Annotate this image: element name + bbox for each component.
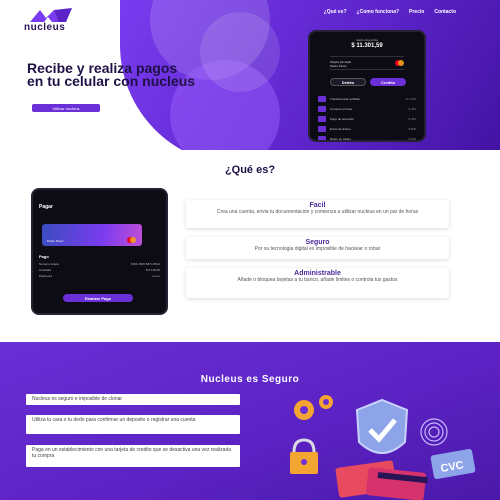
hero-title: Recibe y realiza pagos en tu celular con… (27, 60, 196, 89)
transaction-label: Retiro en cajero (330, 136, 352, 141)
payment-row: Password •••••••• (39, 273, 160, 279)
feature-title: Seguro (305, 239, 330, 246)
cvc-badge: CVC (430, 449, 476, 479)
tab-debito[interactable]: Debito (330, 78, 366, 86)
balance-amount: $ 11.301,59 (351, 43, 383, 49)
list-item: Retiro en cajero $ 500 (318, 134, 416, 141)
phone-payment-mockup: Pagar Pedro Perez Pago Numero tarjeta 54… (31, 188, 168, 315)
gear-icon (319, 395, 333, 409)
card-row: Tarjeta principal Pedro Perez (330, 56, 404, 70)
nav-item-que-es[interactable]: ¿Qué es? (324, 9, 347, 15)
nav-item-como-funciona[interactable]: ¿Como funciona? (357, 9, 400, 15)
transaction-amount: $ 450 (408, 106, 416, 111)
transaction-icon (318, 115, 326, 122)
hero-section: nucleus ¿Qué es? ¿Como funciona? Precio … (0, 0, 500, 150)
feature-card: Facil Crea una cuenta, envia tu document… (186, 200, 449, 228)
payment-section-title: Pago (39, 254, 49, 259)
security-item: Paga en un establecimiento con una tarje… (26, 445, 240, 467)
feature-card: Seguro Por su tecnologia digital es impo… (186, 237, 449, 259)
credit-card: Pedro Perez (42, 224, 142, 246)
phone-mockup: Saldo disponible $ 11.301,59 Tarjeta pri… (308, 30, 426, 142)
mastercard-icon (395, 60, 404, 66)
row-label: Password (39, 274, 53, 278)
transaction-label: Pago de servicios (330, 116, 354, 121)
pay-button[interactable]: Realizar Pago (63, 294, 133, 302)
logo[interactable]: nucleus (24, 8, 84, 34)
payment-header: Pagar (39, 204, 53, 210)
list-item: Compra en linea $ 450 (318, 104, 416, 113)
transaction-label: Transferencia recibida (330, 96, 360, 101)
feature-card: Administrable Añade o bloquea tarjetas a… (186, 268, 449, 298)
hero-decoration (200, 12, 280, 92)
tab-credito[interactable]: Credito (370, 78, 406, 86)
feature-description: Crea una cuenta, envia tu documentación … (216, 209, 419, 215)
security-item: Utiliza tu cara o tu dedo para confirmar… (26, 415, 240, 434)
transaction-icon (318, 105, 326, 112)
transaction-amount: $ 320 (408, 116, 416, 121)
transaction-amount: $ 800 (408, 126, 416, 131)
feature-title: Administrable (294, 270, 341, 277)
transaction-label: Envio de dinero (330, 126, 351, 131)
transaction-label: Compra en linea (330, 106, 353, 111)
feature-description: Añade o bloquea tarjetas a tu banco, aña… (237, 277, 398, 283)
card-tabs: Debito Credito (330, 78, 406, 86)
payment-details: Pago Numero tarjeta 5454 4545 6874 8612 … (39, 254, 160, 279)
list-item: Transferencia recibida $ 1.200 (318, 94, 416, 103)
security-illustration: CVC (290, 395, 476, 500)
amount-field[interactable]: $ 5.118,95 (146, 268, 160, 272)
transaction-list: Transferencia recibida $ 1.200 Compra en… (318, 94, 416, 141)
row-label: Numero tarjeta (39, 262, 59, 266)
feature-title: Facil (309, 202, 326, 209)
feature-description: Por su tecnologia digital es imposible d… (254, 246, 381, 252)
nav-item-contacto[interactable]: Contacto (434, 9, 456, 15)
section-title-seguro: Nucleus es Seguro (200, 374, 300, 385)
card-number-field[interactable]: 5454 4545 6874 8612 (131, 262, 160, 266)
list-item: Pago de servicios $ 320 (318, 114, 416, 123)
padlock-icon (290, 438, 318, 474)
balance-label: Saldo disponible (355, 38, 379, 42)
logo-text: nucleus (24, 22, 66, 33)
gear-icon (294, 400, 314, 420)
transaction-icon (318, 135, 326, 140)
nav-item-precio[interactable]: Precio (409, 9, 424, 15)
section-title-que-es: ¿Qué es? (224, 164, 276, 176)
transaction-amount: $ 1.200 (405, 96, 416, 101)
password-field[interactable]: •••••••• (152, 274, 160, 278)
main-nav: ¿Qué es? ¿Como funciona? Precio Contacto (324, 9, 456, 15)
card-name: Pedro Perez (330, 64, 347, 68)
cta-button[interactable]: Utilizar nucleus (32, 104, 100, 112)
transaction-icon (318, 125, 326, 132)
security-section: Nucleus es Seguro Nucleus es seguro e im… (0, 342, 500, 500)
card-name: Pedro Perez (47, 239, 64, 243)
security-item: Nucleus es seguro e imposible de clonar (26, 394, 240, 405)
list-item: Envio de dinero $ 800 (318, 124, 416, 133)
shield-icon (355, 398, 409, 454)
row-label: Cantidad (39, 268, 52, 272)
mastercard-icon (127, 237, 136, 243)
transaction-amount: $ 500 (408, 136, 416, 141)
fingerprint-icon (420, 418, 448, 446)
transaction-icon (318, 95, 326, 102)
